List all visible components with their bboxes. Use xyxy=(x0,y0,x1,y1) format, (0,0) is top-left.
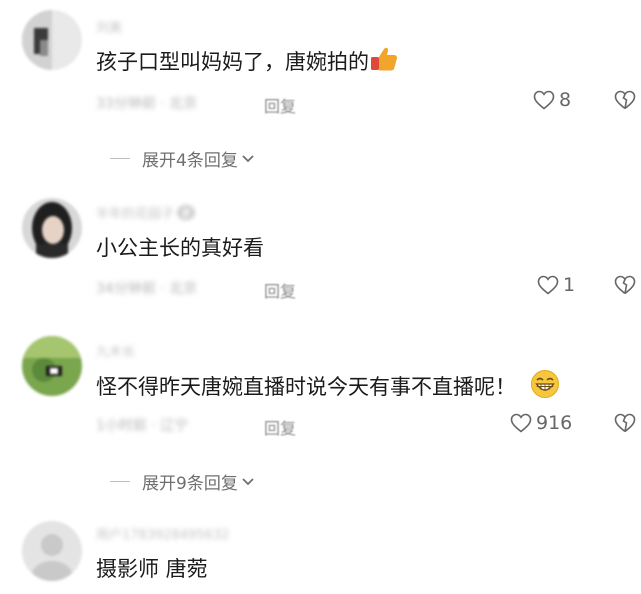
username[interactable]: 九木长 xyxy=(96,341,276,357)
timestamp: 34分钟前 · 北京 xyxy=(96,281,198,297)
broken-heart-icon xyxy=(614,413,636,433)
comment-text: 摄影师 唐菀 xyxy=(96,554,208,584)
broken-heart-icon xyxy=(614,90,636,110)
comment-text-body: 孩子口型叫妈妈了，唐婉拍的 xyxy=(96,50,369,74)
comment-list: 刘美 孩子口型叫妈妈了，唐婉拍的 33分钟前 · 北京 回复 8 展开4条回复 xyxy=(0,0,641,594)
like-count: 916 xyxy=(536,412,573,434)
like-count: 1 xyxy=(563,274,576,296)
expand-replies-button[interactable]: 展开9条回复 xyxy=(110,469,255,494)
expand-label: 展开9条回复 xyxy=(142,474,238,494)
heart-icon xyxy=(537,275,559,295)
heart-icon xyxy=(533,90,555,110)
divider-line xyxy=(110,158,130,159)
reply-button[interactable]: 回复 xyxy=(264,93,296,117)
username[interactable]: 刘美 xyxy=(96,17,276,33)
avatar[interactable] xyxy=(22,521,82,581)
comment-meta: 34分钟前 · 北京 回复 xyxy=(96,278,296,301)
heart-icon xyxy=(510,413,532,433)
timestamp: 1小时前 · 辽宁 xyxy=(96,418,189,434)
grinning-face-icon xyxy=(530,369,560,407)
dislike-button[interactable] xyxy=(614,90,636,114)
chevron-down-icon xyxy=(242,477,254,485)
comment-text: 孩子口型叫妈妈了，唐婉拍的 xyxy=(96,45,399,81)
like-button[interactable]: 916 xyxy=(510,412,572,434)
comment-text: 怪不得昨天唐婉直播时说今天有事不直播呢！ xyxy=(96,369,560,407)
comment-text: 小公主长的真好看 xyxy=(96,233,264,263)
like-count: 8 xyxy=(559,89,572,111)
comment-text-body: 怪不得昨天唐婉直播时说今天有事不直播呢！ xyxy=(96,375,516,399)
comment-meta: 1小时前 · 辽宁 回复 xyxy=(96,415,296,438)
dislike-button[interactable] xyxy=(614,275,636,299)
avatar[interactable] xyxy=(22,198,82,258)
timestamp: 33分钟前 · 北京 xyxy=(96,96,198,112)
comment-text-body: 摄影师 唐菀 xyxy=(96,557,208,581)
thumbs-up-icon xyxy=(369,45,399,81)
username[interactable]: 用户1783928495632 xyxy=(96,524,306,540)
avatar[interactable] xyxy=(22,10,82,70)
reply-button[interactable]: 回复 xyxy=(264,278,296,302)
username[interactable]: 半年的花园子 💬 xyxy=(96,203,276,219)
reply-button[interactable]: 回复 xyxy=(264,415,296,439)
like-button[interactable]: 8 xyxy=(533,89,571,111)
like-button[interactable]: 1 xyxy=(537,274,575,296)
broken-heart-icon xyxy=(614,275,636,295)
comment-meta: 33分钟前 · 北京 回复 xyxy=(96,93,296,116)
dislike-button[interactable] xyxy=(614,413,636,437)
expand-label: 展开4条回复 xyxy=(142,151,238,171)
chevron-down-icon xyxy=(242,154,254,162)
expand-replies-button[interactable]: 展开4条回复 xyxy=(110,146,255,171)
avatar[interactable] xyxy=(22,336,82,396)
comment-text-body: 小公主长的真好看 xyxy=(96,236,264,260)
divider-line xyxy=(110,481,130,482)
